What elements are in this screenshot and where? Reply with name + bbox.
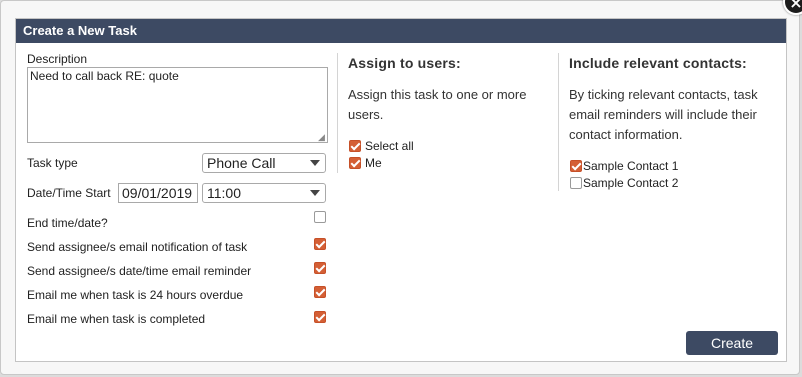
time-select[interactable]: 11:00 [202,183,326,203]
select-all-label: Select all [365,139,414,153]
option-end-time-label: End time/date? [27,216,108,230]
option-email-notification-label: Send assignee/s email notification of ta… [27,240,248,254]
assign-text: Assign this task to one or more users. [348,87,527,122]
create-task-dialog: Create a New Task Description ◢ Task typ… [0,0,802,375]
close-icon[interactable]: × [783,0,802,15]
task-type-label: Task type [27,156,78,170]
column-divider [558,53,559,191]
option-email-reminder-checkbox[interactable] [314,262,326,274]
option-email-reminder-label: Send assignee/s date/time email reminder [27,264,252,278]
assign-heading: Assign to users: [348,55,461,71]
task-panel: Create a New Task Description ◢ Task typ… [15,18,787,362]
select-all-checkbox[interactable] [349,140,361,152]
datetime-label: Date/Time Start [27,186,111,200]
contact-1-label: Sample Contact 1 [583,159,679,173]
option-overdue-label: Email me when task is 24 hours overdue [27,288,244,302]
option-email-notification-checkbox[interactable] [314,238,326,250]
description-label: Description [27,52,88,66]
contacts-text: By ticking relevant contacts, task email… [569,87,758,142]
dialog-title: Create a New Task [16,19,786,43]
contact-1-checkbox[interactable] [570,160,582,172]
option-end-time-checkbox[interactable] [314,211,326,223]
chevron-down-icon [310,160,320,166]
resize-grip-icon[interactable]: ◢ [318,133,327,142]
time-value: 11:00 [207,185,241,201]
chevron-down-icon [310,190,320,196]
column-divider [337,53,338,173]
task-type-value: Phone Call [207,155,276,171]
contact-2-label: Sample Contact 2 [583,176,679,190]
task-type-select[interactable]: Phone Call [202,153,326,173]
date-input[interactable]: 09/01/2019 [118,183,198,203]
user-me-checkbox[interactable] [349,157,361,169]
create-button[interactable]: Create [686,331,778,355]
option-overdue-checkbox[interactable] [314,286,326,298]
option-completed-label: Email me when task is completed [27,312,206,326]
contacts-heading: Include relevant contacts: [569,55,747,71]
user-me-label: Me [365,156,382,170]
description-textarea[interactable] [27,67,328,143]
contact-2-checkbox[interactable] [570,177,582,189]
option-completed-checkbox[interactable] [314,311,326,323]
